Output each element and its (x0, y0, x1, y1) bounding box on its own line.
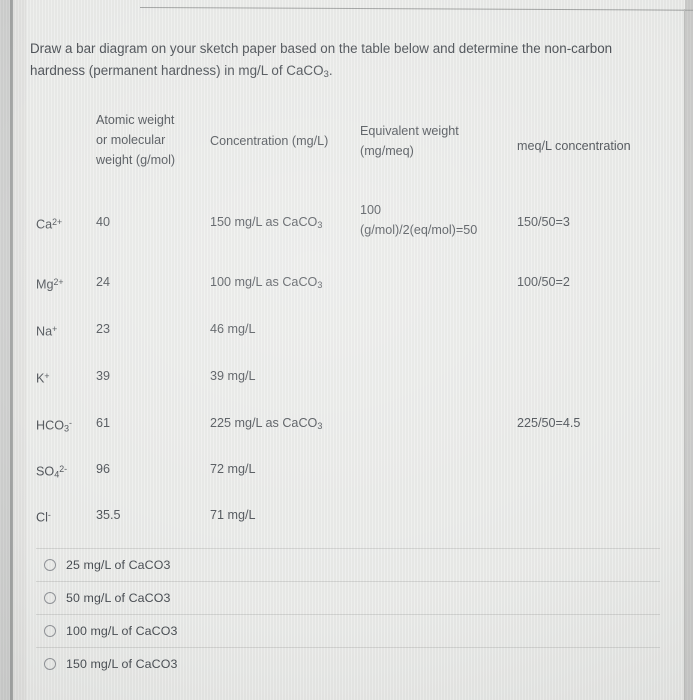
cell-ion-formula: Cl- (36, 510, 51, 525)
question-content: Draw a bar diagram on your sketch paper … (0, 0, 693, 700)
column-header-atomic-weight: Atomic weight or molecular weight (g/mol… (96, 113, 176, 167)
question-prompt-line2: hardness (permanent hardness) in mg/L of… (30, 63, 333, 81)
radio-button-icon[interactable] (44, 625, 56, 637)
cell-equivalent-weight: 100 (g/mol)/2(eq/mol)=50 (360, 203, 478, 237)
cell-atomic-weight: 23 (96, 322, 111, 336)
column-header-equivalent-weight: Equivalent weight (mg/meq) (360, 124, 459, 158)
cell-concentration: 72 mg/L (210, 462, 256, 476)
cell-ion-formula: K+ (36, 371, 50, 386)
radio-button-icon[interactable] (44, 658, 56, 670)
column-header-concentration: Concentration (mg/L) (210, 134, 329, 148)
answer-option-2[interactable]: 50 mg/L of CaCO3 (36, 582, 660, 614)
answer-option-4[interactable]: 150 mg/L of CaCO3 (36, 648, 660, 680)
question-page: Draw a bar diagram on your sketch paper … (0, 0, 693, 700)
question-prompt-line1: Draw a bar diagram on your sketch paper … (30, 41, 613, 56)
cell-meq-concentration: 225/50=4.5 (517, 416, 581, 430)
cell-concentration: 150 mg/L as CaCO3 (210, 215, 323, 230)
question-prompt: Draw a bar diagram on your sketch paper … (30, 38, 664, 86)
answer-options-list[interactable]: 25 mg/L of CaCO3 50 mg/L of CaCO3 100 mg/L… (36, 548, 660, 680)
answer-option-label: 25 mg/L of CaCO3 (66, 558, 171, 572)
cell-atomic-weight: 61 (96, 416, 111, 430)
cell-atomic-weight: 24 (96, 275, 111, 289)
cell-meq-concentration: 150/50=3 (517, 215, 570, 229)
cell-concentration: 71 mg/L (210, 508, 256, 522)
cell-concentration: 39 mg/L (210, 369, 256, 383)
radio-button-icon[interactable] (44, 559, 56, 571)
cell-ion-formula: HCO3- (36, 418, 72, 434)
column-header-meq-concentration: meq/L concentration (517, 139, 631, 153)
cell-ion-formula: Mg2+ (36, 277, 64, 292)
answer-option-label: 100 mg/L of CaCO3 (66, 624, 178, 638)
cell-atomic-weight: 96 (96, 462, 111, 476)
radio-button-icon[interactable] (44, 592, 56, 604)
cell-concentration: 46 mg/L (210, 322, 256, 336)
answer-option-3[interactable]: 100 mg/L of CaCO3 (36, 615, 660, 647)
answer-option-label: 150 mg/L of CaCO3 (66, 657, 178, 671)
answer-option-label: 50 mg/L of CaCO3 (66, 591, 171, 605)
cell-atomic-weight: 35.5 (96, 508, 121, 522)
cell-concentration: 225 mg/L as CaCO3 (210, 416, 323, 431)
cell-atomic-weight: 40 (96, 215, 111, 229)
cell-ion-formula: SO42- (36, 464, 68, 480)
cell-atomic-weight: 39 (96, 369, 111, 383)
cell-concentration: 100 mg/L as CaCO3 (210, 275, 323, 290)
cell-meq-concentration: 100/50=2 (517, 275, 570, 289)
cell-ion-formula: Ca2+ (36, 217, 63, 232)
answer-option-1[interactable]: 25 mg/L of CaCO3 (36, 549, 660, 581)
cell-ion-formula: Na+ (36, 324, 58, 339)
